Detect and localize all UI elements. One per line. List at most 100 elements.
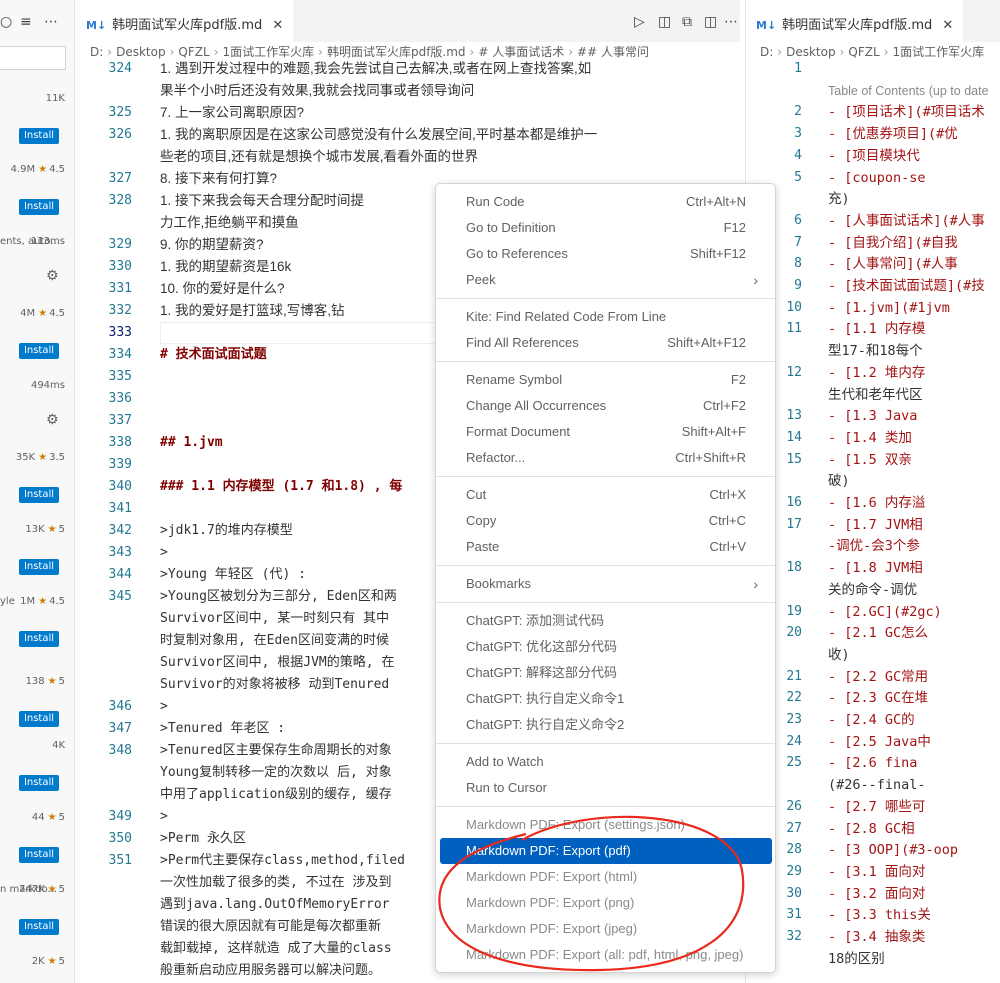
menu-item[interactable]: Rename Symbol F2: [440, 367, 772, 393]
code-line: 型17-和18每个: [746, 340, 1000, 362]
menu-item[interactable]: Go to References Shift+F12: [440, 241, 772, 267]
star-icon: ★: [38, 164, 48, 175]
extension-description: yle: [0, 596, 15, 607]
menu-item[interactable]: Copy Ctrl+C: [440, 508, 772, 534]
line-text: >: [160, 699, 168, 714]
menu-item[interactable]: Markdown PDF: Export (settings.json): [440, 812, 772, 838]
install-button[interactable]: Install: [19, 847, 59, 863]
menu-item[interactable]: Markdown PDF: Export (png): [440, 890, 772, 916]
extension-entry[interactable]: 11K Install: [0, 93, 74, 163]
tab-title: 韩明面试军火库pdf版.md: [782, 18, 933, 33]
breadcrumb-item[interactable]: ## 人事常问: [577, 45, 649, 59]
code-line: 生代和老年代区: [746, 384, 1000, 406]
menu-item[interactable]: Run Code Ctrl+Alt+N: [440, 189, 772, 215]
line-text: # 技术面试面试题: [160, 347, 267, 362]
extension-entry[interactable]: 494ms ⚙: [0, 380, 74, 450]
breadcrumb-item[interactable]: QFZL: [178, 45, 209, 59]
editor-tab-active[interactable]: M↓ 韩明面试军火库pdf版.md ✕: [76, 0, 294, 42]
install-button[interactable]: Install: [19, 711, 59, 727]
code-area[interactable]: 1 Table of Contents (up to date 2 - [项目话术](…: [746, 58, 1000, 983]
close-icon[interactable]: ✕: [942, 18, 953, 33]
line-text: >Perm代主要保存class,method,filed: [160, 853, 406, 868]
line-text: - [2.7 哪些可: [828, 798, 926, 815]
preview-icon[interactable]: ⧉: [682, 14, 692, 30]
breadcrumb-item[interactable]: Desktop: [786, 45, 836, 59]
breadcrumb-item[interactable]: Desktop: [116, 45, 166, 59]
install-button[interactable]: Install: [19, 631, 59, 647]
menu-item[interactable]: ChatGPT: 解释这部分代码: [440, 660, 772, 686]
open-changes-icon[interactable]: ◫: [658, 14, 671, 30]
menu-item-label: Copy: [466, 513, 497, 528]
menu-item[interactable]: Markdown PDF: Export (jpeg): [440, 916, 772, 942]
code-line: 12 - [1.2 堆内存: [746, 362, 1000, 384]
extension-entry[interactable]: 4K Install: [0, 740, 74, 810]
install-button[interactable]: Install: [19, 487, 59, 503]
extensions-search-input[interactable]: [0, 46, 66, 70]
menu-item-label: Kite: Find Related Code From Line: [466, 309, 667, 324]
menu-item[interactable]: ChatGPT: 执行自定义命令1: [440, 686, 772, 712]
menu-item[interactable]: ChatGPT: 优化这部分代码: [440, 634, 772, 660]
extension-entry[interactable]: 113ms ents, auto... ⚙: [0, 236, 74, 306]
line-number: 347: [108, 721, 132, 736]
extension-entry[interactable]: 747K ★ 5 n markdo... Install: [0, 884, 74, 954]
menu-item[interactable]: Add to Watch: [440, 749, 772, 775]
clear-list-icon[interactable]: ≡: [20, 14, 32, 30]
menu-item[interactable]: Peek ›: [440, 267, 772, 293]
menu-item[interactable]: Markdown PDF: Export (all: pdf, html, pn…: [440, 942, 772, 968]
more-actions-icon[interactable]: ⋯: [44, 14, 58, 30]
line-text: 18的区别: [828, 950, 885, 967]
extension-entry[interactable]: 138 ★ 5 Install: [0, 676, 74, 746]
extension-entry[interactable]: 13K ★ 5 Install: [0, 524, 74, 594]
menu-item-label: Markdown PDF: Export (pdf): [466, 843, 631, 858]
line-number: 336: [108, 391, 132, 406]
menu-item[interactable]: ChatGPT: 添加测试代码: [440, 608, 772, 634]
breadcrumb-item[interactable]: QFZL: [848, 45, 879, 59]
install-button[interactable]: Install: [19, 559, 59, 575]
install-button[interactable]: Install: [19, 775, 59, 791]
menu-item[interactable]: Go to Definition F12: [440, 215, 772, 241]
breadcrumb-item[interactable]: 1面试工作军火库: [223, 45, 315, 59]
breadcrumb-item[interactable]: 1面试工作军火库: [893, 45, 985, 59]
extension-entry[interactable]: 4.9M ★ 4.5 Install: [0, 164, 74, 234]
star-icon: ★: [47, 812, 57, 823]
menu-item[interactable]: Paste Ctrl+V: [440, 534, 772, 560]
menu-item[interactable]: Kite: Find Related Code From Line: [440, 304, 772, 330]
menu-item[interactable]: Refactor... Ctrl+Shift+R: [440, 445, 772, 471]
gear-icon[interactable]: ⚙: [46, 268, 59, 284]
line-number: 330: [108, 259, 132, 274]
menu-item[interactable]: Markdown PDF: Export (html): [440, 864, 772, 890]
breadcrumb-item[interactable]: 韩明面试军火库pdf版.md: [327, 45, 466, 59]
menu-item[interactable]: ChatGPT: 执行自定义命令2: [440, 712, 772, 738]
install-button[interactable]: Install: [19, 919, 59, 935]
extension-entry[interactable]: 35K ★ 3.5 Install: [0, 452, 74, 522]
menu-item[interactable]: Format Document Shift+Alt+F: [440, 419, 772, 445]
split-editor-icon[interactable]: ◫: [704, 14, 717, 30]
menu-item[interactable]: Change All Occurrences Ctrl+F2: [440, 393, 772, 419]
extension-entry[interactable]: 4M ★ 4.5 Install: [0, 308, 74, 378]
install-button[interactable]: Install: [19, 128, 59, 144]
menu-item[interactable]: Bookmarks ›: [440, 571, 772, 597]
install-button[interactable]: Install: [19, 199, 59, 215]
rating-value: 5: [58, 956, 65, 967]
line-text: >: [160, 545, 168, 560]
menu-item[interactable]: Find All References Shift+Alt+F12: [440, 330, 772, 356]
menu-item[interactable]: Run to Cursor: [440, 775, 772, 801]
breadcrumb-item[interactable]: D:: [760, 45, 773, 59]
extension-entry[interactable]: 1M ★ 4.5 yle Install: [0, 596, 74, 666]
line-text: (#26--final-: [828, 777, 926, 794]
close-icon[interactable]: ✕: [272, 18, 283, 33]
line-text: 错误的很大原因就有可能是每次都重新: [160, 919, 382, 934]
editor-tab-active[interactable]: M↓ 韩明面试军火库pdf版.md ✕: [746, 0, 964, 42]
breadcrumb-item[interactable]: # 人事面试话术: [478, 45, 564, 59]
more-actions-icon[interactable]: ⋯: [724, 14, 738, 30]
extension-entry[interactable]: 2K★5⚙: [0, 956, 74, 983]
breadcrumb-item[interactable]: D:: [90, 45, 103, 59]
extension-entry[interactable]: 44 ★ 5 Install: [0, 812, 74, 882]
install-button[interactable]: Install: [19, 343, 59, 359]
menu-item[interactable]: Markdown PDF: Export (pdf): [440, 838, 772, 864]
chevron-right-icon: ›: [753, 576, 758, 592]
menu-item[interactable]: Cut Ctrl+X: [440, 482, 772, 508]
gear-icon[interactable]: ⚙: [46, 412, 59, 428]
refresh-icon[interactable]: ○: [0, 14, 12, 30]
run-icon[interactable]: ▷: [634, 14, 645, 30]
